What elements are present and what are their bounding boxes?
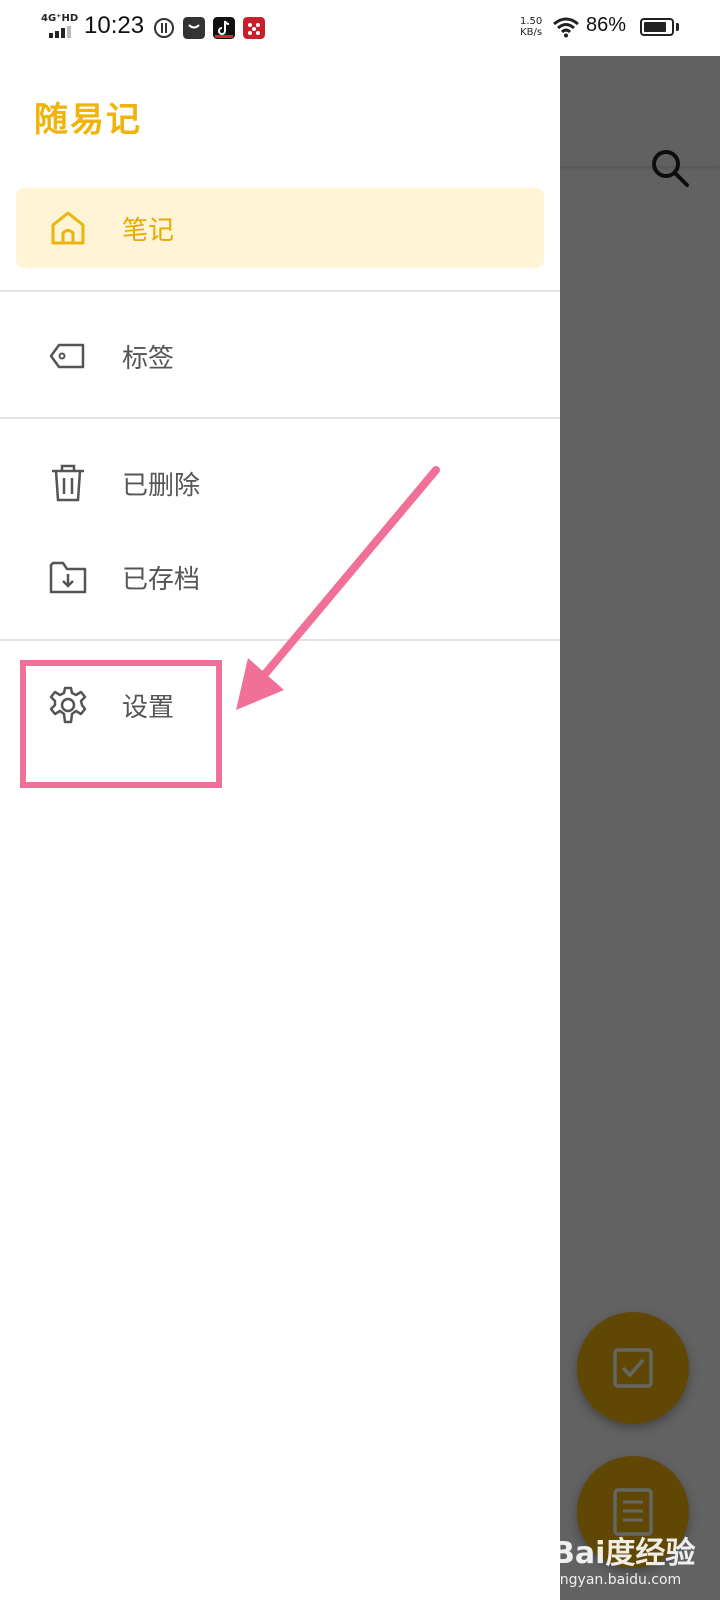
baidu-watermark: Bai度经验 jingyan.baidu.com — [552, 1528, 695, 1588]
annotation-arrow — [236, 466, 440, 710]
watermark-url: jingyan.baidu.com — [552, 1572, 682, 1588]
watermark-logo: Bai度经验 — [552, 1536, 696, 1571]
